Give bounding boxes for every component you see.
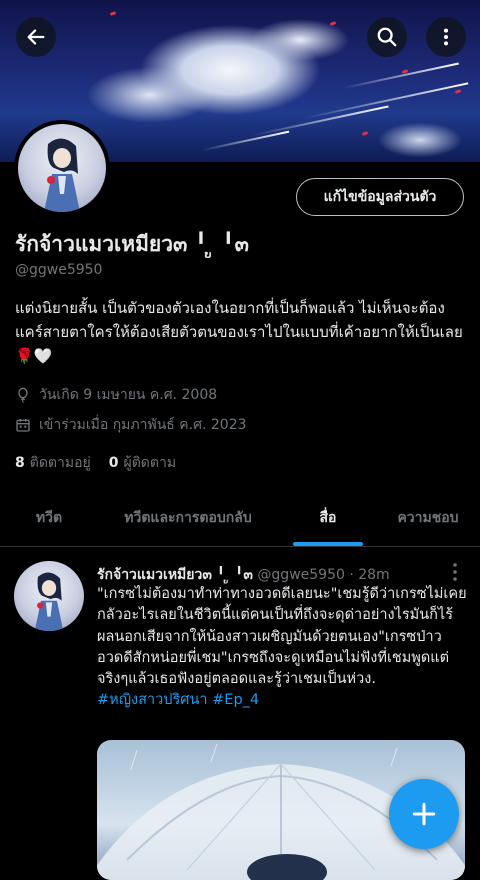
tweet-header: รักจ้าวแมวเหมียว๓ ╹ ູ ╹๓ @ggwe5950 · 28m <box>97 564 390 586</box>
follow-stats: 8 ติดตามอยู่ 0 ผู้ติดตาม <box>15 452 176 474</box>
arrow-left-icon <box>27 29 45 45</box>
profile-avatar[interactable] <box>14 120 110 216</box>
tab-likes[interactable]: ความชอบ <box>378 490 478 546</box>
birthday-text: วันเกิด 9 เมษายน ค.ศ. 2008 <box>39 387 218 403</box>
tweet-hashtags[interactable]: #หญิงสาวปริศนา #Ep_4 <box>97 692 259 708</box>
followers-count: 0 <box>108 455 119 471</box>
profile-handle: @ggwe5950 <box>15 262 103 278</box>
joined-text: เข้าร่วมเมื่อ กุมภาพันธ์ ค.ศ. 2023 <box>39 417 247 433</box>
back-button[interactable] <box>16 17 56 57</box>
tweet-text: "เกรซไม่ต้องมาทำท่าทางอวดดีเลยนะ"เชมรู้ด… <box>97 586 467 688</box>
search-icon <box>377 27 397 47</box>
tweet-avatar[interactable] <box>14 561 84 631</box>
tab-tweets-replies[interactable]: ทวีตและการตอบกลับ <box>98 490 278 546</box>
tweet-handle-time: @ggwe5950 · 28m <box>257 567 390 583</box>
plus-icon <box>412 802 436 826</box>
more-vertical-icon <box>453 563 457 581</box>
tab-tweets[interactable]: ทวีต <box>0 490 98 546</box>
more-vertical-icon <box>443 28 449 46</box>
active-tab-indicator <box>293 542 363 546</box>
edit-profile-button[interactable]: แก้ไขข้อมูลส่วนตัว <box>296 178 464 216</box>
search-button[interactable] <box>367 17 407 57</box>
tweet-more-button[interactable] <box>446 561 464 583</box>
birthday-row: วันเกิด 9 เมษายน ค.ศ. 2008 <box>15 384 217 406</box>
tweet-author-name[interactable]: รักจ้าวแมวเหมียว๓ ╹ ູ ╹๓ <box>97 567 253 583</box>
more-options-button[interactable] <box>426 17 466 57</box>
joined-row: เข้าร่วมเมื่อ กุมภาพันธ์ ค.ศ. 2023 <box>15 414 247 436</box>
followers-label: ผู้ติดตาม <box>123 455 177 471</box>
avatar-image <box>18 124 106 212</box>
profile-bio: แต่งนิยายสั้น เป็นตัวของตัวเองในอยากที่เ… <box>15 299 463 365</box>
balloon-icon <box>18 387 28 403</box>
tab-media[interactable]: สื่อ <box>278 490 378 546</box>
followers-link[interactable]: 0 ผู้ติดตาม <box>109 452 176 474</box>
profile-name: รักจ้าวแมวเหมียว๓ ╹ ູ ╹๓ <box>15 232 249 256</box>
following-label: ติดตามอยู่ <box>29 455 91 471</box>
calendar-icon <box>16 419 30 432</box>
following-count: 8 <box>15 455 25 471</box>
profile-tabs: ทวีต ทวีตและการตอบกลับ สื่อ ความชอบ <box>0 490 480 547</box>
following-link[interactable]: 8 ติดตามอยู่ <box>15 452 91 474</box>
compose-tweet-button[interactable] <box>389 779 459 849</box>
tweet-body: "เกรซไม่ต้องมาทำท่าทางอวดดีเลยนะ"เชมรู้ด… <box>97 584 467 712</box>
